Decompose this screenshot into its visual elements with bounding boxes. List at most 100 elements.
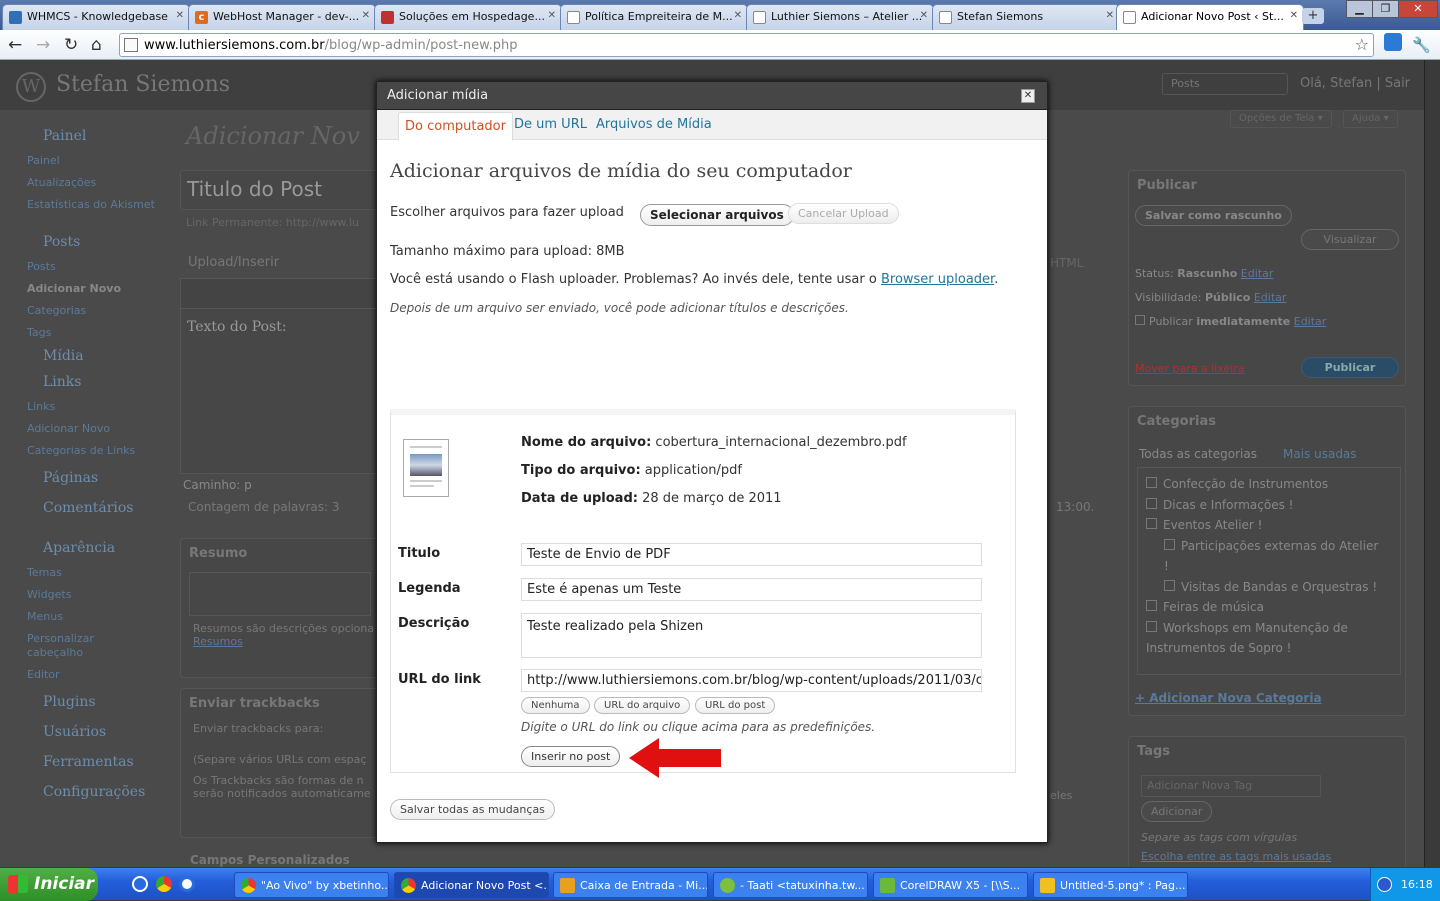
category-item[interactable]: Workshops em Manutenção de Instrumentos … bbox=[1146, 618, 1380, 659]
help-button[interactable]: Ajuda ▾ bbox=[1343, 110, 1398, 128]
edit-status-link[interactable]: Editar bbox=[1241, 267, 1274, 280]
close-icon[interactable]: ✕ bbox=[548, 10, 556, 21]
close-icon[interactable]: ✕ bbox=[362, 10, 370, 21]
checkbox[interactable] bbox=[1146, 620, 1157, 632]
post-editor[interactable]: Texto do Post: bbox=[180, 278, 380, 474]
save-draft-button[interactable]: Salvar como rascunho bbox=[1135, 205, 1292, 226]
menu-sub[interactable]: Menus bbox=[16, 606, 160, 628]
browser-tab[interactable]: c WebHost Manager - dev-... ✕ bbox=[188, 4, 376, 30]
excerpt-link[interactable]: Resumos bbox=[193, 635, 367, 648]
minimize-button[interactable]: ▁ bbox=[1346, 0, 1373, 18]
browser-uploader-link[interactable]: Browser uploader bbox=[881, 272, 994, 287]
screen-options-button[interactable]: Opções de Tela ▾ bbox=[1230, 110, 1332, 128]
bookmark-star-icon[interactable]: ☆ bbox=[1355, 35, 1369, 54]
tab-all-categories[interactable]: Todas as categorias bbox=[1139, 447, 1257, 461]
home-icon[interactable]: ⌂ bbox=[91, 35, 102, 55]
close-icon[interactable]: ✕ bbox=[734, 10, 742, 21]
checkbox[interactable] bbox=[1164, 579, 1175, 591]
menu-sub-current[interactable]: Adicionar Novo bbox=[16, 278, 160, 300]
category-item[interactable]: Visitas de Bandas e Orquestras ! bbox=[1146, 577, 1380, 598]
browser-tab[interactable]: Política Empreiteira de M... ✕ bbox=[560, 4, 748, 30]
menu-sub[interactable]: Posts bbox=[16, 256, 160, 278]
insert-into-post-button[interactable]: Inserir no post bbox=[521, 746, 621, 767]
taskbar-item-active[interactable]: Adicionar Novo Post <... bbox=[394, 872, 549, 898]
add-category-link[interactable]: + Adicionar Nova Categoria bbox=[1135, 691, 1322, 705]
close-icon[interactable]: ✕ bbox=[1290, 10, 1298, 21]
menu-sub[interactable]: Atualizações bbox=[16, 172, 160, 194]
menu-posts[interactable]: Posts bbox=[16, 230, 160, 256]
close-window-button[interactable]: ✕ bbox=[1398, 0, 1438, 18]
cancel-upload-button[interactable]: Cancelar Upload bbox=[788, 203, 899, 224]
menu-paginas[interactable]: Páginas bbox=[16, 466, 160, 492]
browser-tab[interactable]: Stefan Siemons ✕ bbox=[932, 4, 1120, 30]
edit-schedule-link[interactable]: Editar bbox=[1294, 315, 1327, 328]
new-tab-button[interactable]: + bbox=[1302, 8, 1324, 24]
category-item[interactable]: Feiras de música bbox=[1146, 597, 1380, 618]
excerpt-textarea[interactable] bbox=[189, 572, 371, 616]
maximize-button[interactable]: ❐ bbox=[1372, 0, 1399, 18]
menu-sub[interactable]: Links bbox=[16, 396, 160, 418]
start-button[interactable]: Iniciar bbox=[0, 868, 98, 901]
post-title-input[interactable]: Titulo do Post bbox=[181, 171, 379, 207]
close-icon[interactable]: ✕ bbox=[176, 10, 184, 21]
menu-sub[interactable]: Editor bbox=[16, 664, 160, 686]
taskbar-item[interactable]: Caixa de Entrada - Mi... bbox=[553, 872, 708, 898]
url-post-button[interactable]: URL do post bbox=[695, 697, 776, 714]
link-url-input[interactable]: http://www.luthiersiemons.com.br/blog/wp… bbox=[521, 669, 982, 692]
html-tab[interactable]: HTML bbox=[1050, 256, 1083, 270]
menu-sub[interactable]: Widgets bbox=[16, 584, 160, 606]
taskbar-item[interactable]: Untitled-5.png* : Pag... bbox=[1033, 872, 1188, 898]
description-textarea[interactable]: Teste realizado pela Shizen bbox=[521, 613, 982, 658]
menu-sub[interactable]: Tags bbox=[16, 322, 160, 344]
save-all-changes-button[interactable]: Salvar todas as mudanças bbox=[390, 799, 555, 820]
trash-link[interactable]: Mover para a lixeira bbox=[1135, 362, 1245, 375]
tab-media-library[interactable]: Arquivos de Mídia bbox=[596, 117, 712, 132]
category-item[interactable]: Participações externas do Atelier ! bbox=[1146, 536, 1380, 577]
quicklaunch-icon[interactable] bbox=[179, 876, 195, 892]
browser-tab-active[interactable]: Adicionar Novo Post ‹ St... ✕ bbox=[1116, 4, 1304, 30]
reload-icon[interactable]: ↻ bbox=[64, 35, 78, 55]
menu-usuarios[interactable]: Usuários bbox=[16, 720, 160, 746]
menu-sub[interactable]: Temas bbox=[16, 562, 160, 584]
taskbar-item[interactable]: - Taati <tatuxinha.tw... bbox=[713, 872, 868, 898]
preview-button[interactable]: Visualizar bbox=[1301, 229, 1399, 250]
taskbar-item[interactable]: "Ao Vivo" by xbetinho... bbox=[234, 872, 389, 898]
category-item[interactable]: Dicas e Informações ! bbox=[1146, 495, 1380, 516]
wrench-icon[interactable]: 🔧 bbox=[1412, 35, 1431, 55]
menu-links[interactable]: Links bbox=[16, 370, 160, 396]
post-title-box[interactable]: Titulo do Post bbox=[180, 170, 380, 210]
title-input[interactable]: Teste de Envio de PDF bbox=[521, 543, 982, 566]
checkbox[interactable] bbox=[1146, 477, 1157, 488]
menu-midia[interactable]: Mídia bbox=[16, 344, 160, 370]
url-none-button[interactable]: Nenhuma bbox=[521, 697, 590, 714]
back-icon[interactable]: ← bbox=[8, 35, 22, 55]
checkbox[interactable] bbox=[1146, 518, 1157, 529]
choose-tags-link[interactable]: Escolha entre as tags mais usadas bbox=[1141, 850, 1331, 863]
menu-comentarios[interactable]: Comentários bbox=[16, 496, 160, 522]
post-text[interactable]: Texto do Post: bbox=[181, 309, 379, 345]
checkbox[interactable] bbox=[1146, 600, 1157, 611]
menu-sub[interactable]: Estatísticas do Akismet bbox=[16, 194, 160, 216]
publish-button[interactable]: Publicar bbox=[1301, 357, 1399, 378]
menu-sub[interactable]: Categorias bbox=[16, 300, 160, 322]
site-name[interactable]: Stefan Siemons bbox=[56, 72, 230, 97]
menu-sub[interactable]: Personalizar cabeçalho bbox=[16, 628, 106, 664]
tab-from-url[interactable]: De um URL bbox=[514, 117, 587, 132]
select-files-button[interactable]: Selecionar arquivos bbox=[640, 204, 794, 226]
extension-icon[interactable] bbox=[1384, 33, 1402, 51]
menu-configuracoes[interactable]: Configurações bbox=[16, 780, 160, 806]
checkbox[interactable] bbox=[1146, 497, 1157, 509]
caption-input[interactable]: Este é apenas um Teste bbox=[521, 578, 982, 601]
page-scrollbar[interactable] bbox=[1424, 60, 1440, 867]
tray-icon[interactable] bbox=[1377, 877, 1392, 892]
menu-sub[interactable]: Painel bbox=[16, 150, 160, 172]
ie-icon[interactable] bbox=[132, 876, 148, 892]
checkbox[interactable] bbox=[1164, 538, 1175, 550]
menu-painel[interactable]: Painel bbox=[16, 124, 160, 150]
browser-tab[interactable]: WHMCS - Knowledgebase ✕ bbox=[2, 4, 190, 30]
category-item[interactable]: Confecção de Instrumentos bbox=[1146, 474, 1380, 495]
add-tag-button[interactable]: Adicionar bbox=[1141, 801, 1213, 822]
url-file-button[interactable]: URL do arquivo bbox=[594, 697, 691, 714]
favorite-actions-select[interactable]: Posts bbox=[1162, 73, 1288, 95]
close-icon[interactable]: ✕ bbox=[1106, 10, 1114, 21]
